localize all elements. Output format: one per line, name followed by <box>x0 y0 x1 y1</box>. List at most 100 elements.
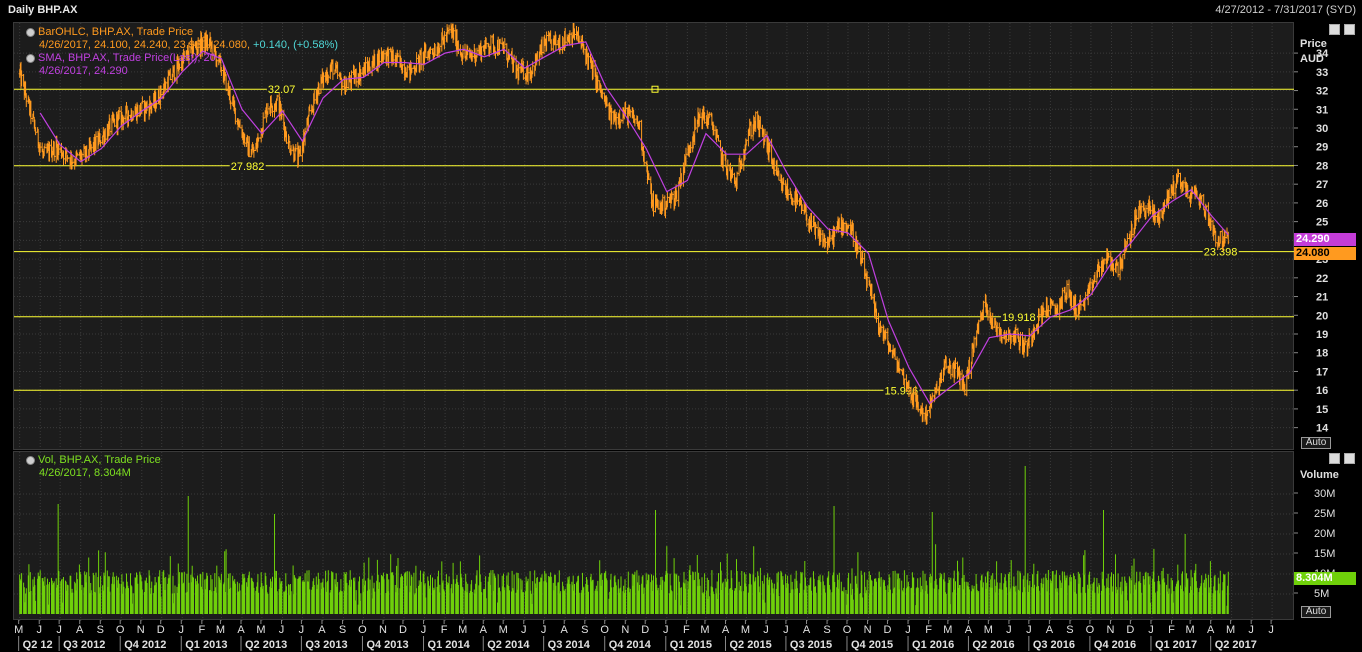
volume-legend: Vol, BHP.AX, Trade Price 4/26/2017, 8.304… <box>26 454 161 480</box>
x-axis-quarter-label: Q3 2016 <box>1033 639 1075 651</box>
volume-panel-restore-button[interactable] <box>1329 453 1340 464</box>
x-axis-quarter-label: Q4 2012 <box>124 639 166 651</box>
x-axis-quarter-label: Q4 2013 <box>366 639 408 651</box>
price-axis-label: 26 <box>1316 198 1328 210</box>
x-axis-month-label: M <box>1226 624 1235 636</box>
price-axis-label: 33 <box>1316 67 1328 79</box>
x-axis-month-label: A <box>722 624 730 636</box>
volume-panel-close-button[interactable] <box>1344 453 1355 464</box>
x-axis-month-label: J <box>179 624 185 636</box>
volume-axis: 5M10M15M20M25M30M Volume 8.304M Auto <box>1294 451 1362 620</box>
x-axis-month-label: J <box>763 624 769 636</box>
price-panel[interactable]: 32.07 27.982 23.398 19.918 15.996 BarOHLC, B… <box>13 22 1295 451</box>
volume-axis-label: 5M <box>1314 588 1329 600</box>
x-axis-quarter-label: Q3 2012 <box>63 639 105 651</box>
price-axis-label: 27 <box>1316 179 1328 191</box>
x-axis-month-label: A <box>965 624 973 636</box>
volume-axis-title: Volume <box>1300 469 1339 481</box>
x-axis-month-label: O <box>843 624 852 636</box>
volume-axis-label: 25M <box>1314 508 1335 520</box>
x-axis-month-label: M <box>256 624 265 636</box>
price-axis-label: 19 <box>1316 329 1328 341</box>
x-axis-quarter-label: Q1 2017 <box>1155 639 1197 651</box>
x-axis-month-label: D <box>883 624 891 636</box>
x-axis-month-label: A <box>561 624 569 636</box>
x-axis-month-label: J <box>299 624 305 636</box>
price-axis-label: 30 <box>1316 123 1328 135</box>
x-axis-month-label: A <box>803 624 811 636</box>
x-axis-month-label: M <box>216 624 225 636</box>
price-axis-label: 32 <box>1316 86 1328 98</box>
price-legend-text: BarOHLC, BHP.AX, Trade Price <box>38 26 194 38</box>
price-axis-label: 21 <box>1316 292 1328 304</box>
vol-icon[interactable] <box>26 456 35 465</box>
price-legend-row: SMA, BHP.AX, Trade Price(Last), 20 <box>26 52 338 65</box>
x-axis-month-label: S <box>97 624 104 636</box>
x-axis-month-label: F <box>1168 624 1175 636</box>
price-axis-label: 31 <box>1316 104 1328 116</box>
x-axis-month-label: M <box>741 624 750 636</box>
horizontal-line-label: 19.918 <box>1002 312 1036 324</box>
x-axis-month-label: M <box>984 624 993 636</box>
volume-axis-label: 20M <box>1314 528 1335 540</box>
price-panel-close-button[interactable] <box>1344 24 1355 35</box>
volume-bars <box>19 544 1229 614</box>
price-axis-unit: AUD <box>1300 53 1324 65</box>
horizontal-line-label: 32.07 <box>268 84 296 96</box>
volume-panel[interactable]: Vol, BHP.AX, Trade Price 4/26/2017, 8.304… <box>13 451 1295 621</box>
price-legend-row: 4/26/2017, 24.290 <box>26 65 338 78</box>
ohlc-bars <box>18 23 1230 425</box>
x-axis-month-label: J <box>56 624 62 636</box>
x-axis-month-label: S <box>1066 624 1073 636</box>
x-axis-quarter-label: Q4 2014 <box>609 639 652 651</box>
x-axis-quarter-label: Q2 2013 <box>245 639 287 651</box>
x-axis-month-label: S <box>339 624 346 636</box>
price-axis-label: 16 <box>1316 385 1328 397</box>
price-legend-text: 4/26/2017, 24.290 <box>39 65 128 77</box>
x-axis-month-label: M <box>499 624 508 636</box>
x-axis-month-label: O <box>1086 624 1095 636</box>
x-axis-month-label: A <box>1046 624 1054 636</box>
x-axis-month-label: N <box>137 624 145 636</box>
price-plot[interactable]: 32.0727.98223.39819.91815.996 <box>14 23 1295 451</box>
x-axis-month-label: A <box>1207 624 1215 636</box>
x-axis-quarter-label: Q4 2016 <box>1094 639 1136 651</box>
sma-icon[interactable] <box>26 54 35 63</box>
x-axis-month-label: J <box>521 624 527 636</box>
price-axis-label: 20 <box>1316 310 1328 322</box>
price-axis: 1415161718192021222324252627282930313233… <box>1294 22 1362 450</box>
x-axis-quarter-label: Q2 2015 <box>730 639 772 651</box>
x-axis-month-label: F <box>683 624 690 636</box>
x-axis-month-label: J <box>1148 624 1154 636</box>
x-axis-quarter-label: Q3 2013 <box>305 639 347 651</box>
price-axis-title: Price <box>1300 38 1327 50</box>
price-axis-label: 22 <box>1316 273 1328 285</box>
volume-auto-scale-button[interactable]: Auto <box>1301 606 1331 618</box>
x-axis-month-label: J <box>279 624 285 636</box>
volume-legend-text: Vol, BHP.AX, Trade Price <box>38 454 161 466</box>
volume-plot[interactable] <box>14 452 1295 621</box>
horizontal-line-label: 23.398 <box>1204 247 1238 259</box>
x-axis-quarter-label: Q1 2015 <box>670 639 712 651</box>
x-axis-month-label: M <box>14 624 23 636</box>
x-axis-month-label: J <box>1006 624 1012 636</box>
price-axis-label: 14 <box>1316 423 1329 435</box>
x-axis-quarter-label: Q2 2017 <box>1215 639 1257 651</box>
sma-line <box>39 41 1229 405</box>
x-axis-month-label: D <box>1126 624 1134 636</box>
x-axis-month-label: F <box>198 624 205 636</box>
x-axis-quarter-label: Q2 12 <box>23 639 53 651</box>
ohlc-icon[interactable] <box>26 28 35 37</box>
x-axis-month-label: O <box>358 624 367 636</box>
x-axis-month-label: M <box>700 624 709 636</box>
x-axis-month-label: S <box>581 624 588 636</box>
title-bar: Daily BHP.AX 4/27/2012 - 7/31/2017 (SYD) <box>0 0 1362 22</box>
x-axis-month-label: J <box>541 624 547 636</box>
price-axis-label: 25 <box>1316 217 1328 229</box>
x-axis-month-label: J <box>1026 624 1032 636</box>
sma-last-value-badge: 24.290 <box>1294 233 1356 246</box>
x-axis-month-label: J <box>783 624 789 636</box>
price-panel-restore-button[interactable] <box>1329 24 1340 35</box>
x-axis: MJJASONDJFMAMJJASONDJFMAMJJASONDJFMAMJJA… <box>14 620 1274 651</box>
price-auto-scale-button[interactable]: Auto <box>1301 437 1331 449</box>
